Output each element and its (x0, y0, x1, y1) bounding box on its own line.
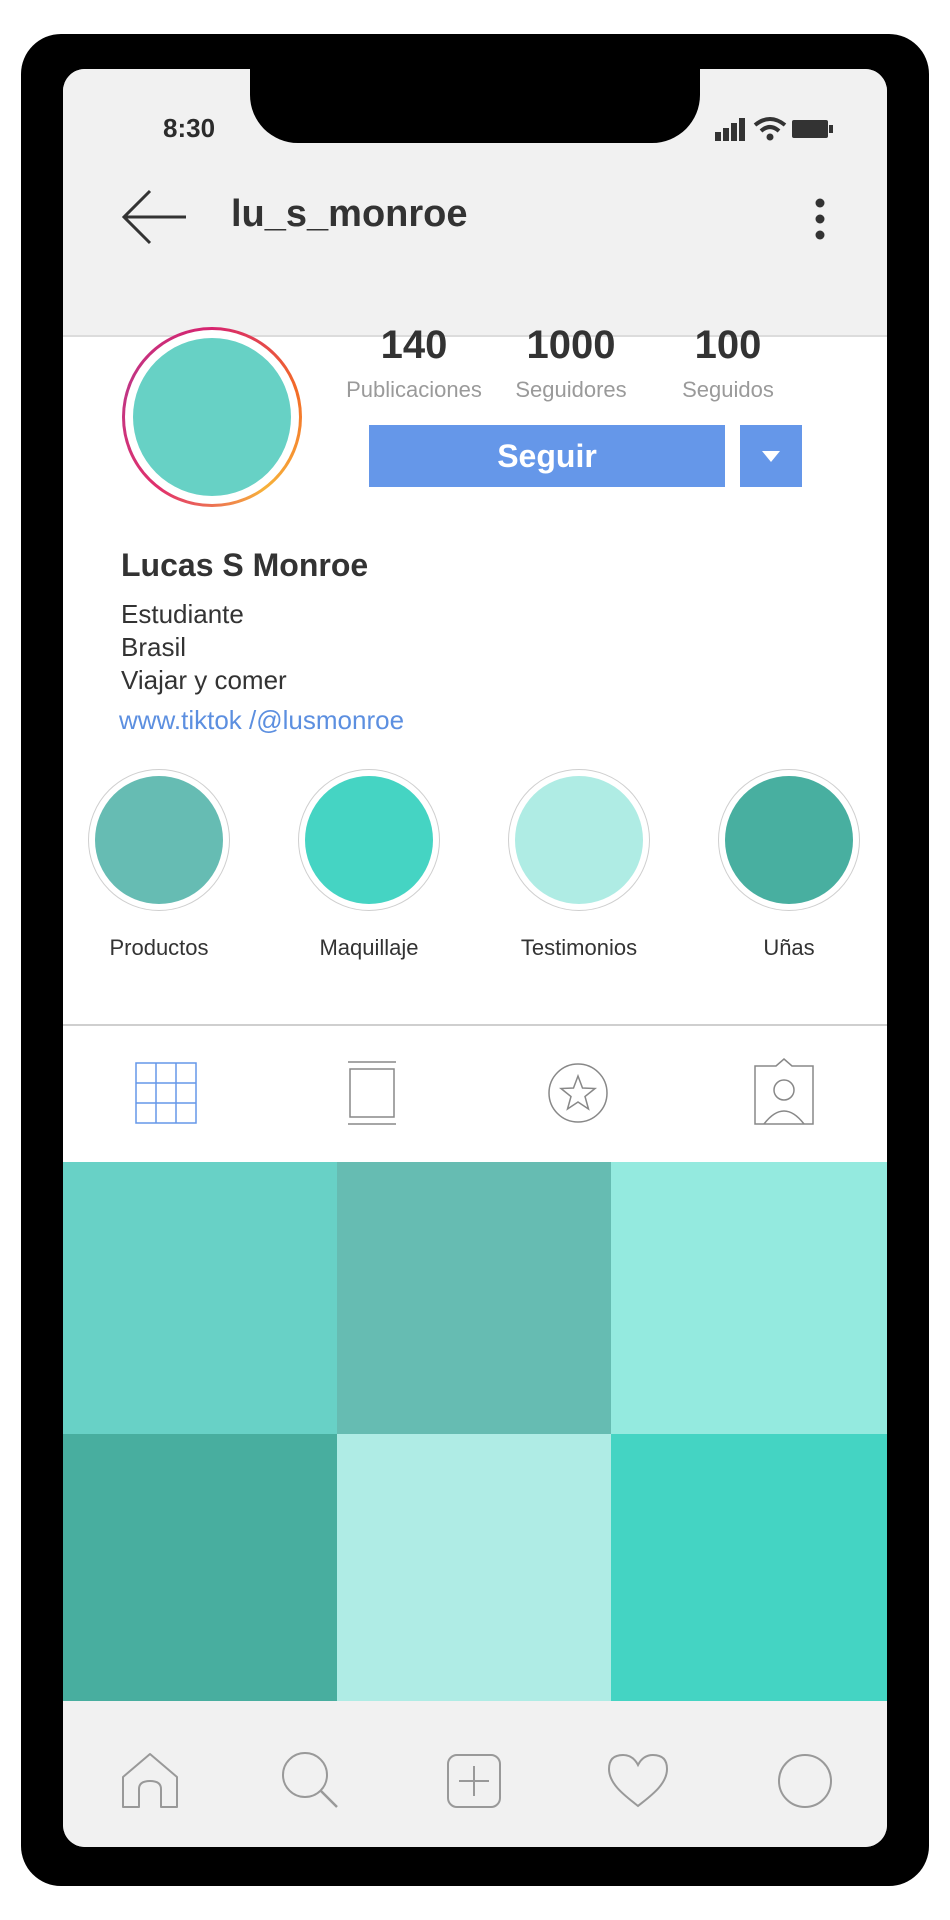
followers-label[interactable]: Seguidores (486, 377, 656, 403)
screen: 8:30 lu_s_monroe 140 Publicaciones 1000 … (63, 69, 887, 1847)
signal-icon (715, 118, 745, 141)
chevron-down-icon (762, 451, 780, 462)
highlight-cover (305, 776, 433, 904)
add-icon[interactable] (446, 1753, 502, 1809)
battery-icon (792, 120, 833, 138)
tagged-icon[interactable] (753, 1058, 815, 1126)
avatar[interactable] (133, 338, 291, 496)
post-tile[interactable] (337, 1434, 611, 1701)
feed-icon[interactable] (346, 1060, 398, 1126)
highlight-cover (725, 776, 853, 904)
back-arrow-icon[interactable] (120, 189, 188, 245)
highlight-maquillaje[interactable] (298, 769, 440, 911)
highlight-label[interactable]: Productos (63, 935, 259, 961)
following-count[interactable]: 100 (643, 323, 813, 368)
bio-line: Estudiante (121, 599, 244, 629)
star-icon[interactable] (547, 1062, 609, 1124)
profile-name: Lucas S Monroe (121, 547, 369, 583)
highlight-cover (95, 776, 223, 904)
post-tile[interactable] (63, 1434, 337, 1701)
highlight-unas[interactable] (718, 769, 860, 911)
highlight-productos[interactable] (88, 769, 230, 911)
post-tile[interactable] (63, 1162, 337, 1434)
profile-icon[interactable] (777, 1753, 833, 1809)
profile-username: lu_s_monroe (231, 193, 468, 235)
follow-dropdown-button[interactable] (740, 425, 802, 487)
more-options-icon[interactable] (813, 197, 827, 241)
following-label[interactable]: Seguidos (643, 377, 813, 403)
status-time: 8:30 (163, 113, 216, 143)
posts-label: Publicaciones (346, 377, 482, 402)
post-tile[interactable] (611, 1162, 887, 1434)
heart-icon[interactable] (607, 1753, 669, 1809)
highlight-label[interactable]: Uñas (689, 935, 887, 961)
divider (63, 1024, 887, 1026)
bio-line: Brasil (121, 632, 187, 662)
post-tile[interactable] (337, 1162, 611, 1434)
highlight-label[interactable]: Maquillaje (269, 935, 469, 961)
highlight-label[interactable]: Testimonios (479, 935, 679, 961)
wifi-icon (753, 117, 787, 141)
search-icon[interactable] (281, 1751, 339, 1809)
follow-button[interactable]: Seguir (369, 425, 725, 487)
profile-link[interactable]: www.tiktok /@lusmonroe (119, 705, 404, 736)
post-tile[interactable] (611, 1434, 887, 1701)
followers-count[interactable]: 1000 (486, 323, 656, 368)
grid-icon[interactable] (135, 1062, 197, 1124)
notch (250, 69, 700, 143)
highlight-cover (515, 776, 643, 904)
highlight-testimonios[interactable] (508, 769, 650, 911)
bio-line: Viajar y comer (121, 665, 287, 695)
posts-count: 140 (380, 323, 448, 367)
home-icon[interactable] (121, 1751, 179, 1809)
